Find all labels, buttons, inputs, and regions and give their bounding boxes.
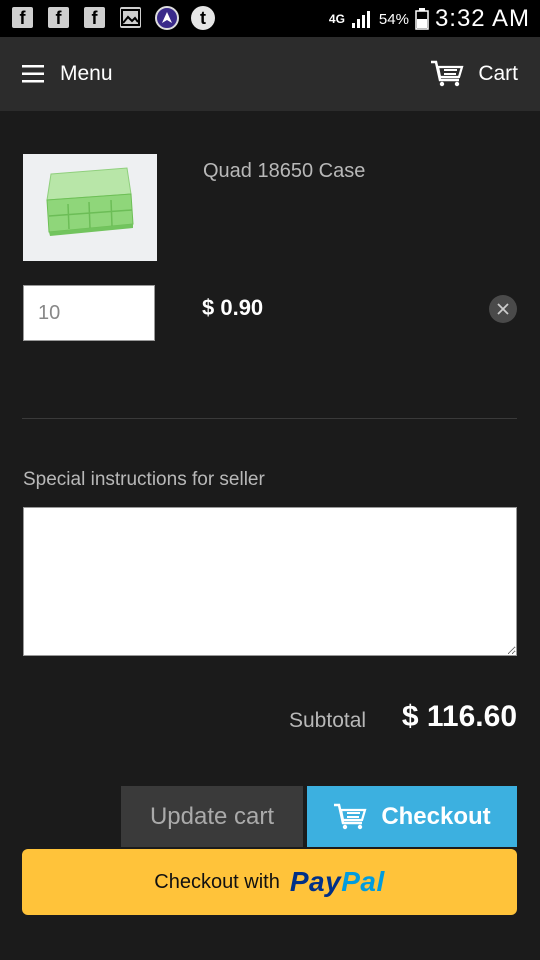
subtotal-label: Subtotal — [289, 709, 367, 732]
facebook-icon: f — [48, 7, 69, 28]
facebook-icon: f — [12, 7, 33, 28]
network-type: 4G — [328, 11, 345, 26]
product-title[interactable]: Quad 18650 Case — [203, 160, 365, 183]
tumblr-icon: t — [191, 6, 215, 30]
navigation-app-icon — [155, 6, 179, 30]
paypal-logo-pal: Pal — [341, 866, 385, 897]
update-cart-button[interactable]: Update cart — [121, 786, 303, 847]
cart-label: Cart — [478, 62, 518, 85]
menu-button[interactable]: Menu — [22, 57, 113, 91]
site-header: Menu Cart — [0, 37, 540, 111]
subtotal-value: $ 116.60 — [401, 700, 517, 733]
paypal-checkout-button[interactable]: Checkout with PayPal — [22, 849, 517, 915]
close-icon — [497, 303, 509, 315]
status-bar: f f f t 4G 54% 3:32 AM — [0, 0, 540, 37]
divider — [22, 418, 517, 419]
update-cart-label: Update cart — [149, 802, 275, 830]
paypal-logo: PayPal — [290, 866, 385, 898]
hamburger-icon — [22, 65, 44, 83]
paypal-logo-pay: Pay — [289, 866, 342, 897]
cart-icon — [334, 803, 367, 829]
cart-button[interactable]: Cart — [430, 57, 518, 91]
clock: 3:32 AM — [434, 5, 530, 32]
signal-icon — [351, 11, 370, 28]
instructions-label: Special instructions for seller — [23, 469, 265, 490]
cart-icon — [431, 60, 464, 87]
battery-icon — [415, 8, 429, 30]
product-image[interactable] — [23, 154, 157, 261]
checkout-label: Checkout — [381, 802, 491, 830]
instructions-textarea[interactable] — [23, 507, 517, 656]
battery-percent: 54% — [378, 10, 409, 28]
item-price: $ 0.90 — [202, 295, 264, 320]
checkout-button[interactable]: Checkout — [307, 786, 517, 847]
menu-label: Menu — [60, 62, 113, 85]
quantity-input[interactable] — [23, 285, 155, 341]
paypal-prefix: Checkout with — [154, 870, 280, 893]
status-right: 4G 54% 3:32 AM — [329, 5, 530, 33]
facebook-icon: f — [84, 7, 105, 28]
gallery-icon — [120, 7, 141, 28]
remove-item-button[interactable] — [489, 295, 517, 323]
